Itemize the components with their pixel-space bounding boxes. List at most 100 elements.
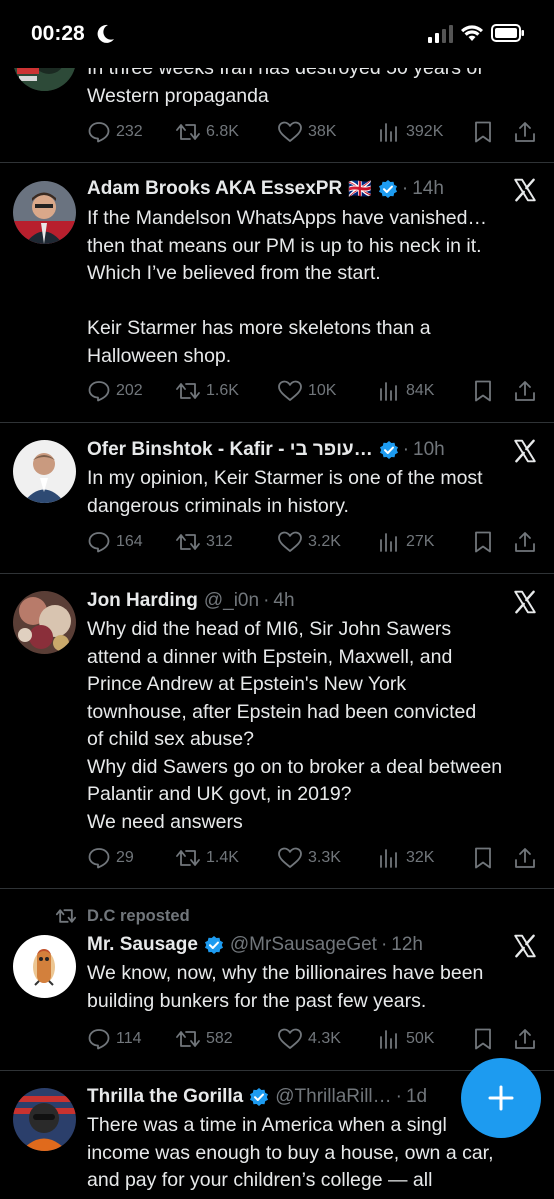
views-button[interactable]: 27K (377, 527, 434, 557)
views-button[interactable]: 84K (377, 376, 434, 406)
like-button[interactable]: 4.3K (277, 1024, 341, 1054)
tweet-time[interactable]: 14h (412, 178, 444, 200)
reply-button[interactable]: 164 (87, 527, 143, 557)
heart-icon (278, 380, 302, 401)
share-button[interactable] (513, 527, 542, 557)
heart-icon (278, 531, 302, 552)
like-button[interactable]: 10K (277, 376, 336, 406)
author-name[interactable]: Jon Harding (87, 590, 198, 612)
share-button[interactable] (513, 117, 542, 147)
views-button[interactable]: 392K (377, 117, 443, 147)
reply-icon (88, 122, 110, 143)
avatar[interactable] (13, 1088, 76, 1151)
status-bar: 00:28 (0, 0, 554, 68)
author-name[interactable]: Ofer Binshtok - Kafir - עופר בי… (87, 439, 373, 461)
verified-badge-icon (204, 936, 223, 954)
battery-icon (491, 24, 524, 42)
author-handle[interactable]: @_i0n (204, 590, 259, 612)
author-handle[interactable]: @ThrillaRill… (275, 1086, 391, 1108)
repost-button[interactable]: 582 (175, 1024, 233, 1054)
author-name[interactable]: Mr. Sausage (87, 934, 198, 956)
bookmark-icon (475, 531, 491, 553)
tweet-header: Thrilla the Gorilla @ThrillaRill… · 1d (87, 1086, 428, 1108)
bookmark-button[interactable] (472, 1024, 499, 1054)
reply-count: 29 (116, 849, 134, 866)
x-logo-icon[interactable] (512, 933, 538, 959)
repost-icon (176, 850, 200, 866)
verified-badge-icon (378, 180, 397, 198)
reply-icon (88, 1029, 110, 1050)
tweet[interactable]: D.C reposted Mr. Sausage @MrSausageGet ·… (0, 889, 554, 1071)
repost-icon (55, 909, 77, 923)
moon-icon (97, 24, 114, 43)
repost-button[interactable]: 6.8K (175, 117, 239, 147)
views-button[interactable]: 50K (377, 1024, 434, 1054)
avatar[interactable] (13, 440, 76, 503)
author-name[interactable]: Thrilla the Gorilla (87, 1086, 243, 1108)
heart-icon (278, 847, 302, 868)
avatar[interactable] (13, 591, 76, 654)
share-button[interactable] (513, 1024, 542, 1054)
cellular-signal-icon (428, 25, 453, 43)
bookmark-icon (475, 1028, 491, 1050)
tweet-header: Jon Harding @_i0n · 4h (87, 590, 295, 612)
x-logo-icon[interactable] (512, 438, 538, 464)
repost-button[interactable]: 1.4K (175, 843, 239, 873)
reply-count: 202 (116, 382, 143, 399)
repost-icon (176, 1031, 200, 1047)
repost-button[interactable]: 1.6K (175, 376, 239, 406)
avatar[interactable] (13, 935, 76, 998)
repost-icon (176, 124, 200, 140)
repost-indicator[interactable]: D.C reposted (55, 906, 190, 926)
reply-icon (88, 381, 110, 402)
views-count: 50K (406, 1030, 435, 1047)
views-button[interactable]: 32K (377, 843, 434, 873)
tweet-time[interactable]: 12h (391, 934, 423, 956)
views-icon (380, 849, 397, 868)
uk-flag-emoji: 🇬🇧 (348, 179, 372, 200)
x-logo-icon[interactable] (512, 589, 538, 615)
share-icon (515, 848, 535, 868)
like-button[interactable]: 3.2K (277, 527, 341, 557)
views-count: 32K (406, 849, 435, 866)
compose-button[interactable] (461, 1058, 541, 1138)
reply-button[interactable]: 232 (87, 117, 143, 147)
views-count: 84K (406, 382, 435, 399)
tweet-text: In my opinion, Keir Starmer is one of th… (87, 467, 483, 517)
share-icon (515, 1029, 535, 1049)
share-button[interactable] (513, 843, 542, 873)
reply-count: 164 (116, 533, 143, 550)
x-logo-icon[interactable] (512, 177, 538, 203)
repost-icon (176, 383, 200, 399)
tweet-header: Mr. Sausage @MrSausageGet · 12h (87, 934, 423, 956)
avatar[interactable] (13, 181, 76, 244)
bookmark-button[interactable] (472, 117, 499, 147)
tweet-actions: 232 6.8K 38K 392K (87, 117, 537, 147)
like-count: 3.3K (308, 849, 341, 866)
author-name[interactable]: Adam Brooks AKA EssexPR (87, 178, 342, 200)
reply-button[interactable]: 29 (87, 843, 134, 873)
like-count: 3.2K (308, 533, 341, 550)
tweet[interactable]: Jon Harding @_i0n · 4h Why did the head … (0, 574, 554, 889)
reply-count: 232 (116, 123, 143, 140)
reply-button[interactable]: 202 (87, 376, 143, 406)
repost-count: 312 (206, 533, 233, 550)
like-button[interactable]: 3.3K (277, 843, 341, 873)
tweet-time[interactable]: 4h (273, 590, 294, 612)
share-icon (515, 381, 535, 401)
tweet-time[interactable]: 10h (413, 439, 445, 461)
bookmark-button[interactable] (472, 376, 499, 406)
share-button[interactable] (513, 376, 542, 406)
like-count: 38K (308, 123, 337, 140)
tweet[interactable]: Adam Brooks AKA EssexPR 🇬🇧 · 14h If the … (0, 163, 554, 423)
author-handle[interactable]: @MrSausageGet (230, 934, 377, 956)
tweet-time[interactable]: 1d (406, 1086, 427, 1108)
bookmark-button[interactable] (472, 843, 499, 873)
repost-button[interactable]: 312 (175, 527, 233, 557)
repost-count: 6.8K (206, 123, 239, 140)
like-button[interactable]: 38K (277, 117, 336, 147)
tweet[interactable]: Ofer Binshtok - Kafir - עופר בי… · 10h I… (0, 423, 554, 574)
reply-button[interactable]: 114 (87, 1024, 142, 1054)
bookmark-button[interactable] (472, 527, 499, 557)
tweet-actions: 164 312 3.2K 27K (87, 527, 537, 557)
